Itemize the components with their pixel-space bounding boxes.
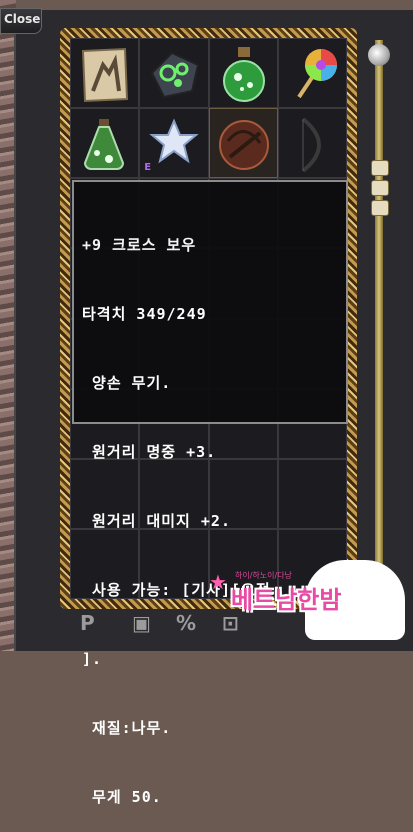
enchant-badge: E [144, 162, 152, 174]
inventory-slot-8[interactable] [277, 108, 347, 179]
close-button[interactable]: Close [0, 8, 42, 34]
green-potion-2-icon [83, 119, 125, 171]
inventory-slot-6[interactable]: E [139, 108, 209, 179]
scroll-map-icon [81, 47, 129, 103]
scrollbar-chain-link [371, 160, 389, 176]
inventory-slot-7[interactable] [208, 108, 278, 179]
watermark-text: 베트남한밤 [231, 586, 342, 614]
scrollbar-thumb[interactable] [368, 44, 390, 66]
crossbow-icon [218, 120, 269, 171]
tooltip-two-handed: 양손 무기. [82, 374, 172, 392]
inventory-slot-1[interactable] [70, 38, 140, 109]
tooltip-damage: 타격치 349/249 [82, 305, 207, 323]
green-potion-icon [222, 47, 265, 102]
tooltip-usable-by-cont: ]. [82, 650, 103, 668]
lock-icon[interactable]: ▣ [132, 611, 151, 635]
inventory-scrollbar[interactable] [368, 40, 390, 628]
close-label: Close [4, 12, 41, 26]
lollipop-icon [297, 49, 337, 99]
white-crystal-icon [149, 118, 200, 164]
inventory-slot-2[interactable] [139, 38, 209, 109]
scrollbar-chain-link [371, 200, 389, 216]
tooltip-weight: 무게 50. [82, 788, 162, 806]
bow-icon [301, 117, 321, 173]
inventory-slot-4[interactable] [277, 38, 347, 109]
scrollbar-track[interactable] [375, 40, 383, 628]
inventory-slot-5[interactable] [70, 108, 140, 179]
p-button[interactable]: P [80, 611, 95, 635]
tooltip-item-name: +9 크로스 보우 [82, 236, 197, 254]
watermark-logo: ★ 하이/하노이/다낭 베트남한밤 [205, 550, 413, 651]
magic-gem-icon [151, 51, 200, 99]
tooltip-material: 재질:나무. [82, 719, 172, 737]
scrollbar-chain-link [371, 180, 389, 196]
tooltip-ranged-hit: 원거리 명중 +3. [82, 443, 217, 461]
inventory-slot-3[interactable] [208, 38, 278, 109]
item-tooltip: +9 크로스 보우 타격치 349/249 양손 무기. 원거리 명중 +3. … [72, 180, 348, 806]
tooltip-ranged-damage: 원거리 대미지 +2. [82, 512, 231, 530]
star-icon: ★ [209, 570, 227, 594]
percent-button[interactable]: % [176, 611, 196, 635]
